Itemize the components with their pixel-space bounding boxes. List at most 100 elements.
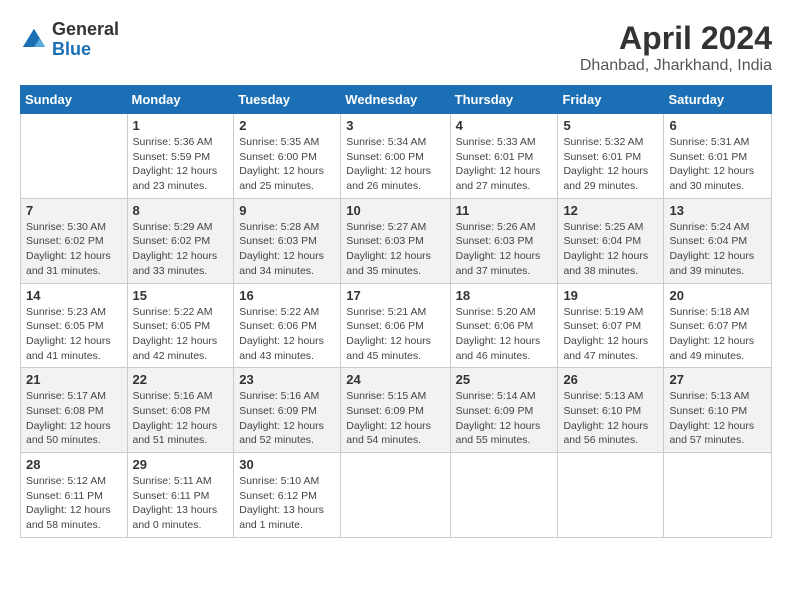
day-info: Sunrise: 5:36 AM Sunset: 5:59 PM Dayligh… [133, 135, 229, 194]
day-number: 26 [563, 372, 658, 387]
day-number: 21 [26, 372, 122, 387]
calendar-day: 13Sunrise: 5:24 AM Sunset: 6:04 PM Dayli… [664, 198, 772, 283]
day-number: 7 [26, 203, 122, 218]
calendar-day: 3 Sunrise: 5:34 AM Sunset: 6:00 PM Daylig… [341, 114, 450, 199]
calendar-day: 5 Sunrise: 5:32 AM Sunset: 6:01 PM Daylig… [558, 114, 664, 199]
calendar-week: 7 Sunrise: 5:30 AM Sunset: 6:02 PM Daylig… [21, 198, 772, 283]
day-info: Sunrise: 5:25 AM Sunset: 6:04 PM Dayligh… [563, 220, 658, 279]
calendar-day: 23 Sunrise: 5:16 AM Sunset: 6:09 PM Dayli… [234, 368, 341, 453]
logo-blue: Blue [52, 40, 119, 60]
month-year: April 2024 [580, 20, 772, 57]
calendar-day: 20Sunrise: 5:18 AM Sunset: 6:07 PM Dayli… [664, 283, 772, 368]
day-info: Sunrise: 5:33 AM Sunset: 6:01 PM Dayligh… [456, 135, 553, 194]
logo-general: General [52, 20, 119, 40]
calendar-day: 30 Sunrise: 5:10 AM Sunset: 6:12 PM Dayli… [234, 453, 341, 538]
location: Dhanbad, Jharkhand, India [580, 57, 772, 75]
day-info: Sunrise: 5:34 AM Sunset: 6:00 PM Dayligh… [346, 135, 444, 194]
day-number: 24 [346, 372, 444, 387]
day-info: Sunrise: 5:22 AM Sunset: 6:06 PM Dayligh… [239, 305, 335, 364]
calendar-day: 14 Sunrise: 5:23 AM Sunset: 6:05 PM Dayli… [21, 283, 128, 368]
calendar-day: 28 Sunrise: 5:12 AM Sunset: 6:11 PM Dayli… [21, 453, 128, 538]
logo: General Blue [20, 20, 119, 60]
day-number: 23 [239, 372, 335, 387]
day-number: 5 [563, 118, 658, 133]
day-info: Sunrise: 5:32 AM Sunset: 6:01 PM Dayligh… [563, 135, 658, 194]
calendar-day: 12Sunrise: 5:25 AM Sunset: 6:04 PM Dayli… [558, 198, 664, 283]
day-number: 4 [456, 118, 553, 133]
day-number: 16 [239, 288, 335, 303]
logo-text: General Blue [52, 20, 119, 60]
day-info: Sunrise: 5:13 AM Sunset: 6:10 PM Dayligh… [563, 389, 658, 448]
calendar-day: 10Sunrise: 5:27 AM Sunset: 6:03 PM Dayli… [341, 198, 450, 283]
day-number: 8 [133, 203, 229, 218]
calendar-day: 8 Sunrise: 5:29 AM Sunset: 6:02 PM Daylig… [127, 198, 234, 283]
day-info: Sunrise: 5:23 AM Sunset: 6:05 PM Dayligh… [26, 305, 122, 364]
calendar-header: SundayMondayTuesdayWednesdayThursdayFrid… [21, 86, 772, 114]
day-info: Sunrise: 5:27 AM Sunset: 6:03 PM Dayligh… [346, 220, 444, 279]
day-info: Sunrise: 5:16 AM Sunset: 6:08 PM Dayligh… [133, 389, 229, 448]
calendar-day: 1 Sunrise: 5:36 AM Sunset: 5:59 PM Daylig… [127, 114, 234, 199]
day-number: 3 [346, 118, 444, 133]
calendar-day [450, 453, 558, 538]
day-info: Sunrise: 5:16 AM Sunset: 6:09 PM Dayligh… [239, 389, 335, 448]
calendar-day [21, 114, 128, 199]
day-info: Sunrise: 5:22 AM Sunset: 6:05 PM Dayligh… [133, 305, 229, 364]
calendar-day [664, 453, 772, 538]
day-info: Sunrise: 5:11 AM Sunset: 6:11 PM Dayligh… [133, 474, 229, 533]
day-number: 6 [669, 118, 766, 133]
calendar-day: 18Sunrise: 5:20 AM Sunset: 6:06 PM Dayli… [450, 283, 558, 368]
day-info: Sunrise: 5:30 AM Sunset: 6:02 PM Dayligh… [26, 220, 122, 279]
day-info: Sunrise: 5:13 AM Sunset: 6:10 PM Dayligh… [669, 389, 766, 448]
day-header: Sunday [21, 86, 128, 114]
day-number: 22 [133, 372, 229, 387]
day-number: 20 [669, 288, 766, 303]
day-header: Wednesday [341, 86, 450, 114]
day-number: 13 [669, 203, 766, 218]
day-info: Sunrise: 5:15 AM Sunset: 6:09 PM Dayligh… [346, 389, 444, 448]
calendar-day: 7 Sunrise: 5:30 AM Sunset: 6:02 PM Daylig… [21, 198, 128, 283]
day-number: 29 [133, 457, 229, 472]
day-header: Tuesday [234, 86, 341, 114]
day-number: 27 [669, 372, 766, 387]
title-block: April 2024 Dhanbad, Jharkhand, India [580, 20, 772, 75]
calendar-day: 19Sunrise: 5:19 AM Sunset: 6:07 PM Dayli… [558, 283, 664, 368]
calendar-week: 28 Sunrise: 5:12 AM Sunset: 6:11 PM Dayli… [21, 453, 772, 538]
day-header: Monday [127, 86, 234, 114]
day-info: Sunrise: 5:14 AM Sunset: 6:09 PM Dayligh… [456, 389, 553, 448]
day-info: Sunrise: 5:17 AM Sunset: 6:08 PM Dayligh… [26, 389, 122, 448]
day-info: Sunrise: 5:29 AM Sunset: 6:02 PM Dayligh… [133, 220, 229, 279]
calendar-day: 9 Sunrise: 5:28 AM Sunset: 6:03 PM Daylig… [234, 198, 341, 283]
calendar-week: 1 Sunrise: 5:36 AM Sunset: 5:59 PM Daylig… [21, 114, 772, 199]
day-info: Sunrise: 5:19 AM Sunset: 6:07 PM Dayligh… [563, 305, 658, 364]
calendar-day: 21 Sunrise: 5:17 AM Sunset: 6:08 PM Dayli… [21, 368, 128, 453]
day-number: 30 [239, 457, 335, 472]
calendar-day: 17 Sunrise: 5:21 AM Sunset: 6:06 PM Dayli… [341, 283, 450, 368]
day-number: 1 [133, 118, 229, 133]
day-number: 9 [239, 203, 335, 218]
calendar-day: 11Sunrise: 5:26 AM Sunset: 6:03 PM Dayli… [450, 198, 558, 283]
calendar-day [341, 453, 450, 538]
day-info: Sunrise: 5:12 AM Sunset: 6:11 PM Dayligh… [26, 474, 122, 533]
day-number: 25 [456, 372, 553, 387]
day-info: Sunrise: 5:31 AM Sunset: 6:01 PM Dayligh… [669, 135, 766, 194]
day-header: Thursday [450, 86, 558, 114]
day-number: 28 [26, 457, 122, 472]
day-info: Sunrise: 5:26 AM Sunset: 6:03 PM Dayligh… [456, 220, 553, 279]
calendar-day: 25 Sunrise: 5:14 AM Sunset: 6:09 PM Dayli… [450, 368, 558, 453]
page-header: General Blue April 2024 Dhanbad, Jharkha… [20, 20, 772, 75]
day-info: Sunrise: 5:21 AM Sunset: 6:06 PM Dayligh… [346, 305, 444, 364]
calendar-body: 1 Sunrise: 5:36 AM Sunset: 5:59 PM Daylig… [21, 114, 772, 538]
day-info: Sunrise: 5:10 AM Sunset: 6:12 PM Dayligh… [239, 474, 335, 533]
calendar-day [558, 453, 664, 538]
day-number: 2 [239, 118, 335, 133]
day-header: Saturday [664, 86, 772, 114]
calendar-day: 16 Sunrise: 5:22 AM Sunset: 6:06 PM Dayli… [234, 283, 341, 368]
day-info: Sunrise: 5:28 AM Sunset: 6:03 PM Dayligh… [239, 220, 335, 279]
day-number: 14 [26, 288, 122, 303]
calendar-day: 29 Sunrise: 5:11 AM Sunset: 6:11 PM Dayli… [127, 453, 234, 538]
calendar-week: 21 Sunrise: 5:17 AM Sunset: 6:08 PM Dayli… [21, 368, 772, 453]
calendar-day: 22 Sunrise: 5:16 AM Sunset: 6:08 PM Dayli… [127, 368, 234, 453]
day-number: 17 [346, 288, 444, 303]
day-info: Sunrise: 5:35 AM Sunset: 6:00 PM Dayligh… [239, 135, 335, 194]
day-number: 18 [456, 288, 553, 303]
